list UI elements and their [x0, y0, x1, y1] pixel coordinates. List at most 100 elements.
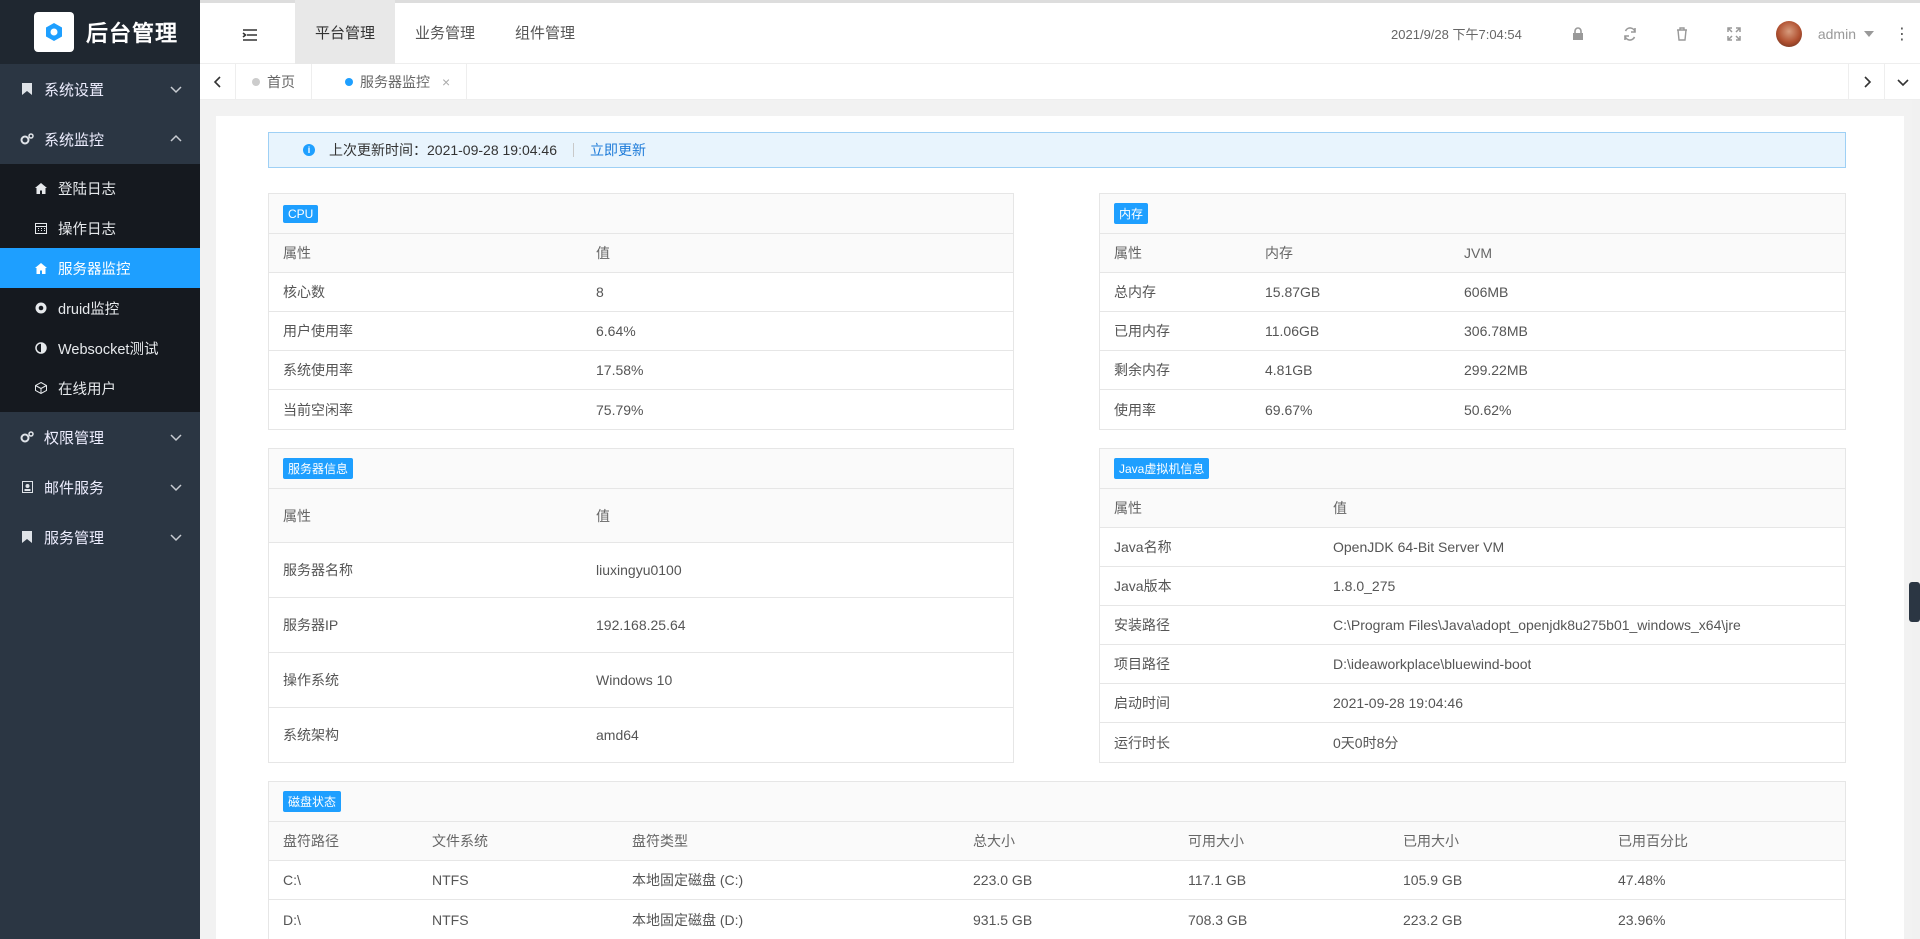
- table-row: 用户使用率 6.64%: [269, 312, 1013, 351]
- fullscreen-icon[interactable]: [1708, 3, 1760, 64]
- sidebar-item-server-monitor[interactable]: 服务器监控: [0, 248, 200, 288]
- table-cell: 50.62%: [1464, 401, 1512, 418]
- table-row: Java名称 OpenJDK 64-Bit Server VM: [1100, 528, 1845, 567]
- sidebar-item-label: 服务管理: [44, 529, 105, 547]
- table-cell: 75.79%: [596, 401, 644, 418]
- tab-dot-icon: [252, 78, 260, 86]
- sidebar-item-system-settings[interactable]: 系统设置: [0, 64, 200, 114]
- avatar[interactable]: [1775, 20, 1802, 47]
- table-cell: 69.67%: [1265, 401, 1313, 418]
- more-vertical-icon[interactable]: ⋮: [1884, 24, 1920, 44]
- table-header-row: 属性 值: [269, 489, 1013, 543]
- cube-icon: [34, 382, 48, 394]
- table-cell: 708.3 GB: [1188, 911, 1248, 928]
- table-cell: 17.58%: [596, 362, 644, 378]
- table-cell: 8: [596, 284, 604, 300]
- tab-platform-management[interactable]: 平台管理: [295, 0, 396, 64]
- table-row: 服务器IP 192.168.25.64: [269, 598, 1013, 653]
- tabs-scroll-right-icon[interactable]: [1848, 64, 1884, 100]
- column-header: 文件系统: [432, 833, 488, 849]
- tab-business-management[interactable]: 业务管理: [395, 0, 495, 64]
- table-row: 当前空闲率 75.79%: [269, 390, 1013, 429]
- scrollbar-track[interactable]: [1912, 100, 1920, 939]
- table-cell: 项目路径: [1114, 656, 1170, 672]
- column-header: 内存: [1265, 245, 1293, 261]
- table-cell: 已用内存: [1114, 323, 1170, 339]
- sidebar-item-label: 邮件服务: [44, 479, 105, 497]
- table-cell: C:\: [283, 872, 301, 888]
- table-cell: NTFS: [432, 872, 469, 888]
- tab-dot-icon: [345, 78, 353, 86]
- sidebar-item-login-log[interactable]: 登陆日志: [0, 168, 200, 208]
- table-header-row: 属性 内存 JVM: [1100, 234, 1845, 273]
- tabs-scroll-left-icon[interactable]: [200, 64, 236, 100]
- column-header: 值: [1333, 500, 1347, 516]
- table-cell: 服务器IP: [283, 617, 339, 633]
- table-row: 总内存 15.87GB 606MB: [1100, 273, 1845, 312]
- server-info-card: 服务器信息 属性 值 服务器名称 liuxingyu0100 服务器IP 192.1…: [268, 448, 1014, 763]
- lock-icon[interactable]: [1552, 3, 1604, 64]
- last-update-time: 2021-09-28 19:04:46: [427, 142, 557, 158]
- table-row: D:\ NTFS 本地固定磁盘 (D:) 931.5 GB 708.3 GB 2…: [269, 900, 1845, 939]
- table-row: 操作系统 Windows 10: [269, 653, 1013, 708]
- sidebar-item-label: druid监控: [58, 301, 120, 318]
- page-tab-home[interactable]: 首页: [236, 64, 312, 100]
- card-title-badge: CPU: [283, 204, 319, 223]
- card-title-badge: 内存: [1114, 203, 1149, 224]
- table-cell: D:\ideaworkplace\bluewind-boot: [1333, 656, 1532, 672]
- table-row: 启动时间 2021-09-28 19:04:46: [1100, 684, 1845, 723]
- trash-icon[interactable]: [1656, 3, 1708, 64]
- home-icon: [34, 262, 48, 274]
- user-menu[interactable]: admin: [1818, 26, 1874, 42]
- id-card-icon: [20, 480, 34, 494]
- table-cell: liuxingyu0100: [596, 562, 682, 578]
- page-tab-server-monitor[interactable]: 服务器监控 ×: [329, 64, 468, 100]
- table-row: 已用内存 11.06GB 306.78MB: [1100, 312, 1845, 351]
- tab-component-management[interactable]: 组件管理: [495, 0, 595, 64]
- chevron-down-icon: [170, 484, 182, 492]
- sidebar-item-label: 系统监控: [44, 131, 105, 149]
- sidebar-item-system-monitor[interactable]: 系统监控: [0, 114, 200, 164]
- table-cell: 47.48%: [1618, 872, 1666, 888]
- column-header: 属性: [283, 245, 311, 261]
- chevron-down-icon: [170, 86, 182, 94]
- table-cell: 192.168.25.64: [596, 617, 686, 633]
- sidebar-item-service-management[interactable]: 服务管理: [0, 512, 200, 562]
- page-tabbar: 首页 服务器监控 ×: [200, 64, 1920, 100]
- sidebar-item-operation-log[interactable]: 操作日志: [0, 208, 200, 248]
- sidebar-item-online-users[interactable]: 在线用户: [0, 368, 200, 408]
- sidebar-item-permission[interactable]: 权限管理: [0, 412, 200, 462]
- table-cell: 223.2 GB: [1403, 911, 1463, 928]
- card-header: 内存: [1100, 194, 1845, 234]
- card-title-badge: Java虚拟机信息: [1114, 458, 1210, 479]
- table-cell: 安装路径: [1114, 617, 1170, 633]
- sidebar-item-websocket-test[interactable]: Websocket测试: [0, 328, 200, 368]
- column-header: 总大小: [973, 833, 1015, 849]
- column-header: 可用大小: [1188, 833, 1244, 849]
- column-header: 属性: [283, 507, 311, 524]
- table-cell: OpenJDK 64-Bit Server VM: [1333, 539, 1505, 555]
- jvm-info-card: Java虚拟机信息 属性 值 Java名称 OpenJDK 64-Bit Serv…: [1099, 448, 1846, 763]
- sidebar-item-mail-service[interactable]: 邮件服务: [0, 462, 200, 512]
- sidebar-item-druid-monitor[interactable]: druid监控: [0, 288, 200, 328]
- sidebar-item-label: 服务器监控: [58, 261, 131, 278]
- card-header: 服务器信息: [269, 449, 1013, 489]
- memory-card: 内存 属性 内存 JVM 总内存 15.87GB 606MB 已用内存 11.06GB…: [1099, 193, 1846, 430]
- table-cell: C:\Program Files\Java\adopt_openjdk8u275…: [1333, 617, 1741, 633]
- table-cell: 系统使用率: [283, 362, 353, 378]
- table-cell: 117.1 GB: [1188, 872, 1247, 888]
- table-cell: 0天0时8分: [1333, 734, 1399, 751]
- caret-down-icon: [1864, 30, 1874, 37]
- table-cell: 931.5 GB: [973, 911, 1033, 928]
- refresh-now-link[interactable]: 立即更新: [590, 140, 646, 160]
- table-cell: 105.9 GB: [1403, 872, 1463, 888]
- menu-toggle-icon[interactable]: [240, 25, 260, 45]
- tabs-dropdown-icon[interactable]: [1884, 64, 1920, 100]
- scrollbar-thumb[interactable]: [1909, 582, 1920, 622]
- table-cell: 1.8.0_275: [1333, 578, 1396, 594]
- chevron-up-icon: [170, 134, 182, 142]
- close-icon[interactable]: ×: [442, 74, 450, 90]
- refresh-icon[interactable]: [1604, 3, 1656, 64]
- table-row: 系统使用率 17.58%: [269, 351, 1013, 390]
- table-cell: amd64: [596, 727, 639, 743]
